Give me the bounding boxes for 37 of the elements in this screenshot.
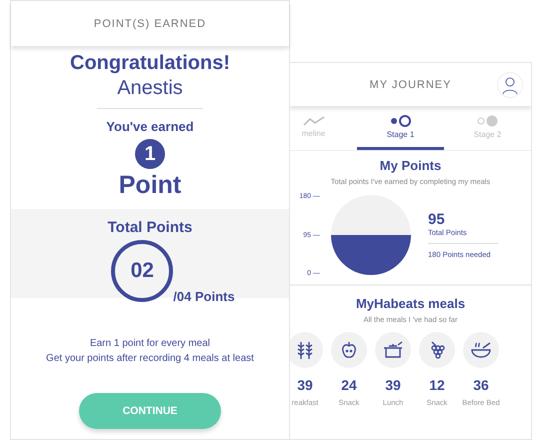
meal-icon-disc[interactable] <box>375 332 411 368</box>
meal-count: 39 <box>385 377 401 393</box>
continue-button[interactable]: CONTINUE <box>79 393 221 429</box>
meal-icon-disc[interactable] <box>463 332 499 368</box>
points-value: 95 <box>428 211 446 228</box>
stage-tab[interactable]: meline <box>290 106 357 150</box>
meal-count: 36 <box>473 377 489 393</box>
points-count-badge: 1 <box>135 139 165 169</box>
meal-count: 39 <box>297 377 313 393</box>
avatar-icon[interactable] <box>497 72 523 98</box>
section-title: MyHabeats meals <box>354 296 466 311</box>
total-points-title: Total Points <box>108 219 192 236</box>
points-unit: Point <box>118 171 182 200</box>
congratulations-title: Congratulations! <box>70 52 230 75</box>
stage-tab[interactable]: Stage 2 <box>444 106 531 150</box>
apple-icon <box>340 340 358 360</box>
earned-label: You've earned <box>106 119 194 134</box>
meal-icon-disc[interactable] <box>419 332 455 368</box>
info-text: Get your points after recording 4 meals at least <box>46 352 254 366</box>
stage-dots-icon <box>476 114 498 126</box>
header-title: POINT(S) EARNED <box>94 18 206 30</box>
info-text: Earn 1 point for every meal <box>88 337 212 351</box>
points-total-suffix: /04 Points <box>173 289 235 304</box>
meal-icon-disc[interactable] <box>290 332 323 368</box>
user-name: Anestis <box>117 77 183 100</box>
meal-count: 12 <box>429 377 445 393</box>
section-title: My Points <box>378 158 442 173</box>
pot-icon <box>382 340 404 360</box>
stage-dots-icon <box>390 114 412 126</box>
stage-tab[interactable]: Stage 1 <box>357 106 444 150</box>
wheat-icon <box>296 340 314 360</box>
trend-icon <box>302 116 324 126</box>
bowl-icon <box>470 340 492 360</box>
header-title: MY JOURNEY <box>370 78 452 90</box>
meal-icon-disc[interactable] <box>331 332 367 368</box>
meal-count: 24 <box>341 377 357 393</box>
total-points-ring: 02 <box>111 240 174 302</box>
